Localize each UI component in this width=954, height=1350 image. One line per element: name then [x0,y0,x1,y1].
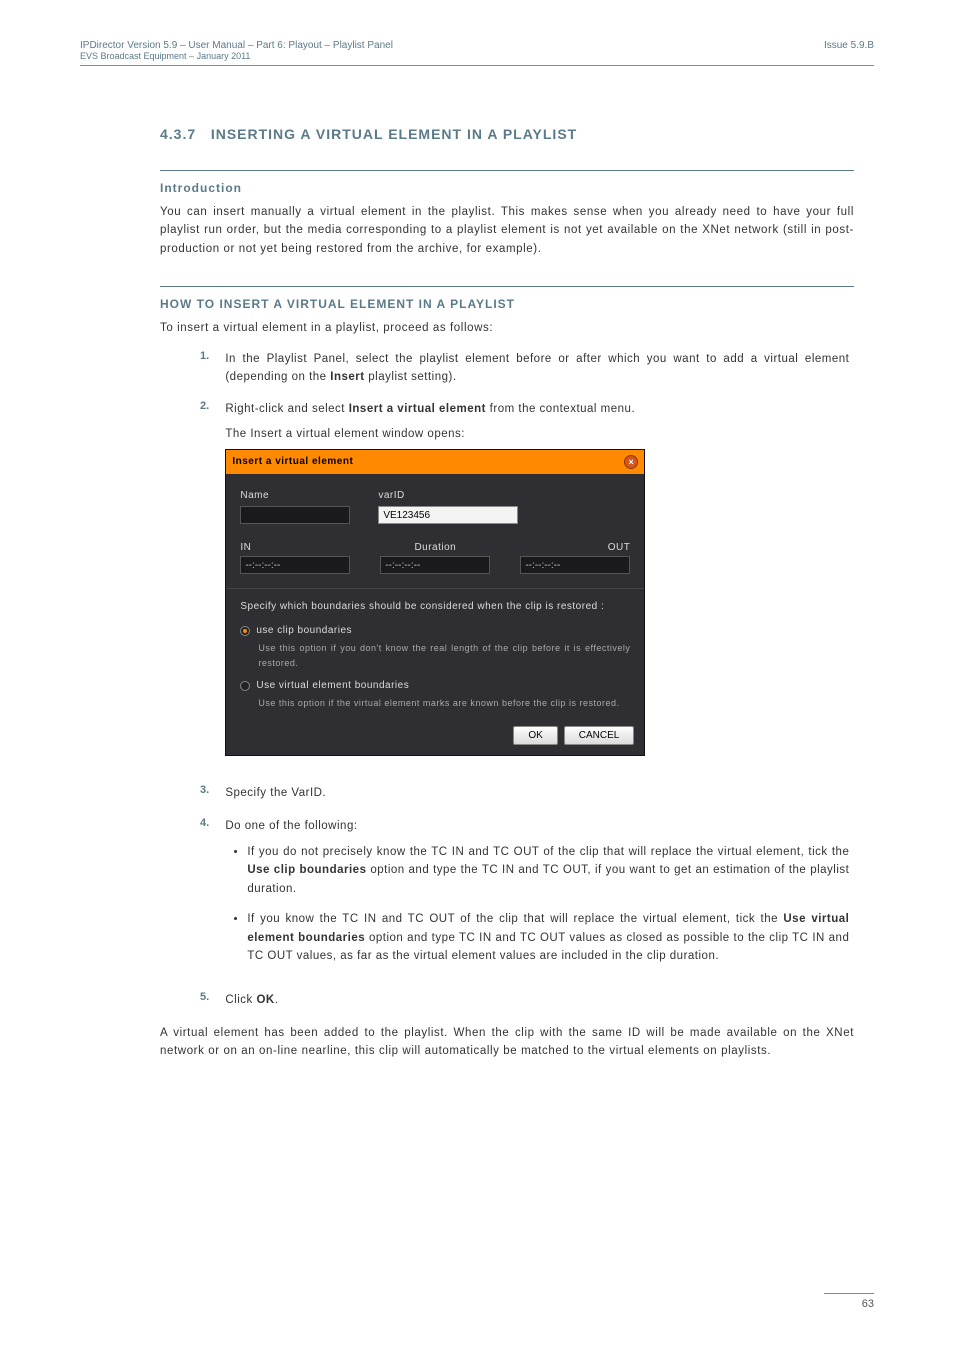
step-1-text-a: In the Playlist Panel, select the playli… [225,353,849,383]
list-item: If you know the TC IN and TC OUT of the … [247,910,849,965]
step-5-bold: OK [256,994,274,1006]
dialog-body: Name varID IN [226,474,644,720]
boundaries-instruction: Specify which boundaries should be consi… [240,599,630,615]
header-issue: Issue 5.9.B [824,40,874,51]
step-4: 4. Do one of the following: If you do no… [200,817,854,978]
name-label: Name [240,488,350,504]
cancel-button[interactable]: CANCEL [564,726,635,745]
main-content: 4.3.7 INSERTING A VIRTUAL ELEMENT IN A P… [160,126,854,1061]
step-2-text-c: The Insert a virtual element window open… [225,428,465,440]
step-body: Specify the VarID. [225,784,849,802]
step-number: 4. [200,817,222,829]
page-header: IPDirector Version 5.9 – User Manual – P… [80,40,874,66]
page-number: 63 [824,1293,874,1310]
step-3: 3. Specify the VarID. [200,784,854,802]
dialog-footer: OK CANCEL [226,720,644,755]
step-number: 3. [200,784,222,796]
bullet-1-a: If you do not precisely know the TC IN a… [247,846,849,858]
radio-icon [240,681,250,691]
step-5: 5. Click OK. [200,991,854,1009]
tc-duration-input[interactable] [380,556,490,574]
list-item: If you do not precisely know the TC IN a… [247,843,849,898]
step-body: Right-click and select Insert a virtual … [225,400,849,770]
tc-out-input[interactable] [520,556,630,574]
step-number: 5. [200,991,222,1003]
step-2: 2. Right-click and select Insert a virtu… [200,400,854,770]
header-title: IPDirector Version 5.9 – User Manual – P… [80,40,393,51]
intro-paragraph: You can insert manually a virtual elemen… [160,203,854,258]
intro-heading: Introduction [160,170,854,195]
step-1-text-b: playlist setting). [365,371,457,383]
howto-heading: HOW TO INSERT A VIRTUAL ELEMENT IN A PLA… [160,286,854,311]
header-subtitle: EVS Broadcast Equipment – January 2011 [80,51,393,61]
step-body: Click OK. [225,991,849,1009]
section-heading: 4.3.7 INSERTING A VIRTUAL ELEMENT IN A P… [160,126,854,142]
radio-2-note: Use this option if the virtual element m… [258,696,630,710]
step-1: 1. In the Playlist Panel, select the pla… [200,350,854,387]
bullet-2-a: If you know the TC IN and TC OUT of the … [247,913,783,925]
step-5-text-b: . [275,994,279,1006]
varid-input[interactable] [378,506,518,524]
radio-use-virtual-boundaries[interactable]: Use virtual element boundaries [240,678,630,694]
header-left: IPDirector Version 5.9 – User Manual – P… [80,40,393,61]
step-2-bold: Insert a virtual element [349,403,486,415]
step-body: Do one of the following: If you do not p… [225,817,849,978]
step-body: In the Playlist Panel, select the playli… [225,350,849,387]
radio-1-note: Use this option if you don't know the re… [258,641,630,670]
ok-button[interactable]: OK [513,726,557,745]
radio-label: Use virtual element boundaries [256,678,409,694]
step-number: 2. [200,400,222,412]
dialog-title-text: Insert a virtual element [232,454,353,470]
step-2-text-a: Right-click and select [225,403,348,415]
in-label: IN [240,540,350,556]
dialog-separator [226,588,644,589]
bullet-1-bold: Use clip boundaries [247,864,366,876]
step-4-bullets: If you do not precisely know the TC IN a… [247,843,849,965]
insert-virtual-element-dialog: Insert a virtual element × Name varID [225,449,645,756]
radio-label: use clip boundaries [256,623,352,639]
step-2-text-b: from the contextual menu. [486,403,635,415]
step-5-text-a: Click [225,994,256,1006]
section-title-text: INSERTING A VIRTUAL ELEMENT IN A PLAYLIS… [211,126,577,142]
varid-label: varID [378,488,518,504]
out-label: OUT [520,540,630,556]
duration-label: Duration [380,540,490,556]
close-icon[interactable]: × [624,455,638,469]
step-4-lead: Do one of the following: [225,820,357,832]
step-number: 1. [200,350,222,362]
radio-icon [240,626,250,636]
howto-lead: To insert a virtual element in a playlis… [160,319,854,337]
tc-in-input[interactable] [240,556,350,574]
closing-paragraph: A virtual element has been added to the … [160,1024,854,1061]
dialog-titlebar: Insert a virtual element × [226,450,644,474]
radio-use-clip-boundaries[interactable]: use clip boundaries [240,623,630,639]
section-number: 4.3.7 [160,126,196,142]
step-1-bold: Insert [330,371,364,383]
name-input[interactable] [240,506,350,524]
